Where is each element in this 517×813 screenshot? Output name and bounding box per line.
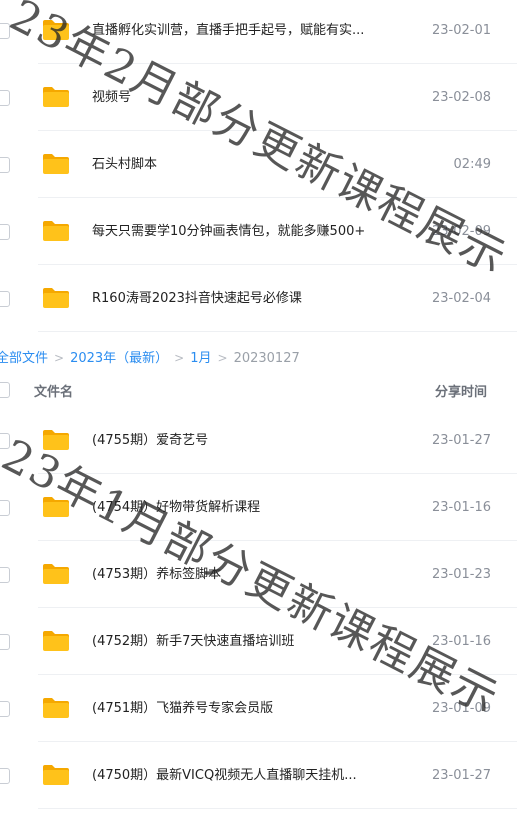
breadcrumb-january[interactable]: 1月: [190, 351, 211, 366]
row-checkbox[interactable]: [0, 768, 10, 784]
chevron-right-icon: >: [54, 351, 65, 365]
row-divider: [38, 130, 517, 131]
row-checkbox[interactable]: [0, 157, 10, 173]
file-row[interactable]: R160涛哥2023抖音快速起号必修课 23-02-04: [0, 266, 517, 332]
row-checkbox[interactable]: [0, 567, 10, 583]
file-name[interactable]: (4754期）好物带货解析课程: [92, 499, 260, 517]
breadcrumb-all-files[interactable]: 全部文件: [0, 351, 48, 366]
breadcrumb-2023[interactable]: 2023年（最新）: [70, 351, 168, 366]
file-row[interactable]: (4750期）最新VICQ视频无人直播聊天挂机... 23-01-27: [0, 743, 517, 809]
row-checkbox[interactable]: [0, 634, 10, 650]
file-name[interactable]: 视频号: [92, 89, 131, 107]
folder-icon: [42, 86, 70, 108]
share-date: 23-02-04: [431, 291, 491, 306]
file-row[interactable]: (4754期）好物带货解析课程 23-01-16: [0, 475, 517, 541]
file-name[interactable]: (4753期）养标签脚本: [92, 566, 221, 584]
file-row[interactable]: (4753期）养标签脚本 23-01-23: [0, 542, 517, 608]
row-divider: [38, 674, 517, 675]
folder-icon: [42, 220, 70, 242]
row-checkbox[interactable]: [0, 291, 10, 307]
row-divider: [38, 741, 517, 742]
chevron-right-icon: >: [217, 351, 228, 365]
file-row[interactable]: 石头村脚本 02:49: [0, 132, 517, 198]
file-row[interactable]: (4752期）新手7天快速直播培训班 23-01-16: [0, 609, 517, 675]
share-date: 23-01-27: [431, 433, 491, 448]
file-name[interactable]: R160涛哥2023抖音快速起号必修课: [92, 290, 302, 308]
share-date: 23-01-23: [431, 567, 491, 582]
row-divider: [38, 264, 517, 265]
file-name[interactable]: (4752期）新手7天快速直播培训班: [92, 633, 294, 651]
row-divider: [38, 808, 517, 809]
row-divider: [38, 607, 517, 608]
file-list-header: 文件名 分享时间: [0, 372, 517, 408]
share-date: 02:49: [453, 157, 491, 172]
row-checkbox[interactable]: [0, 701, 10, 717]
file-row[interactable]: 视频号 23-02-08: [0, 65, 517, 131]
folder-icon: [42, 563, 70, 585]
folder-icon: [42, 287, 70, 309]
folder-icon: [42, 630, 70, 652]
row-divider: [38, 63, 517, 64]
row-checkbox[interactable]: [0, 23, 10, 39]
chevron-right-icon: >: [174, 351, 185, 365]
folder-icon: [42, 19, 70, 41]
share-date: 23-01-27: [431, 768, 491, 783]
column-header-share-time[interactable]: 分享时间: [435, 381, 487, 400]
column-header-filename[interactable]: 文件名: [34, 381, 73, 400]
file-row[interactable]: 每天只需要学10分钟画表情包，就能多赚500+ 23-02-09: [0, 199, 517, 265]
file-row[interactable]: (4751期）飞猫养号专家会员版 23-01-09: [0, 676, 517, 742]
breadcrumb-current: 20230127: [233, 351, 300, 366]
file-row[interactable]: (4755期）爱奇艺号 23-01-27: [0, 408, 517, 474]
row-divider: [38, 540, 517, 541]
row-divider: [38, 473, 517, 474]
share-date: 23-01-16: [431, 634, 491, 649]
row-checkbox[interactable]: [0, 90, 10, 106]
row-checkbox[interactable]: [0, 224, 10, 240]
row-divider: [38, 197, 517, 198]
file-name[interactable]: (4755期）爱奇艺号: [92, 432, 208, 450]
share-date: 23-01-09: [431, 701, 491, 716]
select-all-checkbox[interactable]: [0, 382, 10, 398]
file-row[interactable]: 直播孵化实训营，直播手把手起号，赋能有实... 23-02-01: [0, 0, 517, 64]
file-name[interactable]: 每天只需要学10分钟画表情包，就能多赚500+: [92, 223, 365, 241]
folder-icon: [42, 496, 70, 518]
row-checkbox[interactable]: [0, 433, 10, 449]
share-date: 23-02-08: [431, 90, 491, 105]
share-date: 23-02-01: [431, 23, 491, 38]
file-name[interactable]: (4750期）最新VICQ视频无人直播聊天挂机...: [92, 767, 357, 785]
row-divider: [38, 331, 517, 332]
folder-icon: [42, 153, 70, 175]
file-name[interactable]: (4751期）飞猫养号专家会员版: [92, 700, 273, 718]
folder-icon: [42, 429, 70, 451]
folder-icon: [42, 697, 70, 719]
share-date: 23-01-16: [431, 500, 491, 515]
file-name[interactable]: 直播孵化实训营，直播手把手起号，赋能有实...: [92, 22, 364, 40]
breadcrumb: 全部文件 >2023年（最新） >1月 >20230127: [0, 349, 300, 367]
row-checkbox[interactable]: [0, 500, 10, 516]
share-date: 23-02-09: [431, 224, 491, 239]
file-name[interactable]: 石头村脚本: [92, 156, 157, 174]
folder-icon: [42, 764, 70, 786]
